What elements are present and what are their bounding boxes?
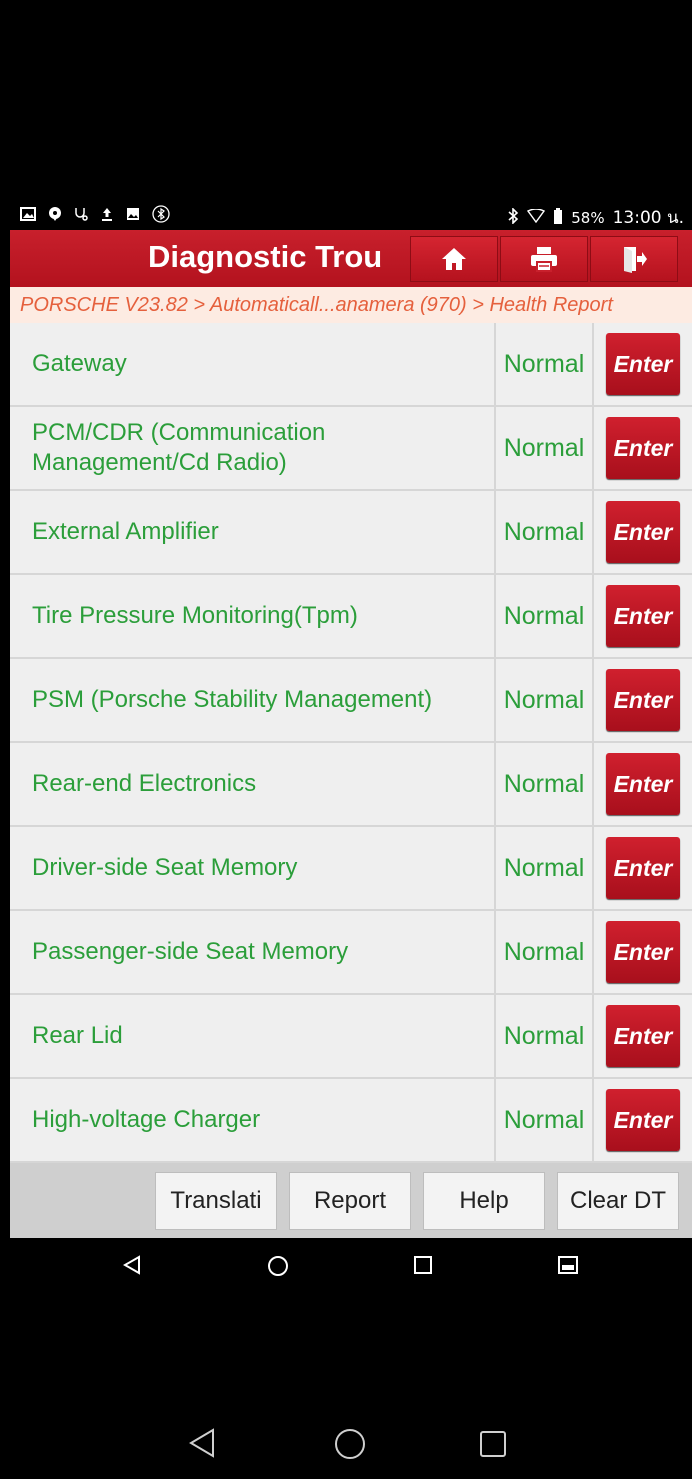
back-icon[interactable] (188, 1428, 216, 1458)
chat-notification-icon (48, 207, 62, 225)
system-name: Driver-side Seat Memory (10, 827, 494, 909)
back-icon[interactable] (122, 1255, 142, 1275)
system-name: External Amplifier (10, 491, 494, 573)
help-button[interactable]: Help (423, 1172, 545, 1230)
system-name: Passenger-side Seat Memory (10, 911, 494, 993)
enter-button[interactable]: Enter (606, 669, 680, 731)
enter-cell: Enter (594, 659, 692, 741)
enter-cell: Enter (594, 323, 692, 405)
inner-navigation-bar (10, 1238, 692, 1292)
home-icon (442, 248, 466, 270)
enter-button[interactable]: Enter (606, 417, 680, 479)
system-status: Normal (496, 1079, 592, 1161)
bluetooth-circle-icon (152, 205, 170, 227)
image-icon (126, 207, 140, 225)
system-name: Rear-end Electronics (10, 743, 494, 825)
wifi-icon (527, 208, 546, 227)
enter-cell: Enter (594, 911, 692, 993)
enter-button[interactable]: Enter (606, 753, 680, 815)
enter-button[interactable]: Enter (606, 921, 680, 983)
table-row: High-voltage Charger Normal Enter (10, 1079, 692, 1161)
table-row: Driver-side Seat Memory Normal Enter (10, 827, 692, 909)
app-header: Diagnostic Trou (10, 230, 692, 287)
enter-button[interactable]: Enter (606, 1089, 680, 1151)
table-row: PCM/CDR (Communication Management/Cd Rad… (10, 407, 692, 489)
gallery-notification-icon (20, 207, 36, 225)
system-name: Tire Pressure Monitoring(Tpm) (10, 575, 494, 657)
bottom-toolbar: Translati Report Help Clear DT (10, 1163, 692, 1238)
exit-button[interactable] (590, 236, 678, 282)
translate-button[interactable]: Translati (155, 1172, 277, 1230)
table-row: Passenger-side Seat Memory Normal Enter (10, 911, 692, 993)
enter-cell: Enter (594, 827, 692, 909)
enter-button[interactable]: Enter (606, 501, 680, 563)
printer-icon (531, 247, 557, 272)
table-row: Tire Pressure Monitoring(Tpm) Normal Ent… (10, 575, 692, 657)
home-nav-icon[interactable] (334, 1428, 366, 1460)
recents-icon[interactable] (480, 1431, 506, 1457)
status-bar: 58% 13:00 น. (10, 200, 692, 230)
system-name: PSM (Porsche Stability Management) (10, 659, 494, 741)
system-status: Normal (496, 995, 592, 1077)
table-row: PSM (Porsche Stability Management) Norma… (10, 659, 692, 741)
page-title: Diagnostic Trou (148, 239, 383, 274)
device-navigation-bar (10, 1400, 692, 1479)
breadcrumb: PORSCHE V23.82 > Automaticall...anamera … (10, 287, 692, 323)
system-status: Normal (496, 323, 592, 405)
system-name: PCM/CDR (Communication Management/Cd Rad… (10, 407, 494, 489)
enter-button[interactable]: Enter (606, 1005, 680, 1067)
print-button[interactable] (500, 236, 588, 282)
system-status: Normal (496, 911, 592, 993)
system-name: Gateway (10, 323, 494, 405)
bluetooth-icon (507, 206, 519, 228)
home-button[interactable] (410, 236, 498, 282)
upload-icon (100, 207, 114, 225)
clear-dtc-button[interactable]: Clear DT (557, 1172, 679, 1230)
notification-icons (20, 205, 170, 227)
stethoscope-icon (74, 207, 88, 225)
enter-cell: Enter (594, 575, 692, 657)
battery-icon (553, 207, 563, 228)
enter-button[interactable]: Enter (606, 837, 680, 899)
table-row: Gateway Normal Enter (10, 323, 692, 405)
enter-cell: Enter (594, 407, 692, 489)
system-list: Gateway Normal Enter PCM/CDR (Communicat… (10, 323, 692, 1163)
home-nav-icon[interactable] (267, 1255, 289, 1277)
table-row: Rear Lid Normal Enter (10, 995, 692, 1077)
enter-cell: Enter (594, 1079, 692, 1161)
system-status: Normal (496, 575, 592, 657)
system-status: Normal (496, 407, 592, 489)
system-name: High-voltage Charger (10, 1079, 494, 1161)
clock: 13:00 น. (612, 208, 684, 228)
table-row: External Amplifier Normal Enter (10, 491, 692, 573)
system-status: Normal (496, 743, 592, 825)
enter-button[interactable]: Enter (606, 585, 680, 647)
exit-icon (624, 247, 647, 273)
enter-button[interactable]: Enter (606, 333, 680, 395)
system-name: Rear Lid (10, 995, 494, 1077)
report-button[interactable]: Report (289, 1172, 411, 1230)
system-indicators: 58% 13:00 น. (507, 204, 684, 231)
enter-cell: Enter (594, 995, 692, 1077)
enter-cell: Enter (594, 491, 692, 573)
system-status: Normal (496, 827, 592, 909)
system-status: Normal (496, 659, 592, 741)
battery-percent: 58% (571, 208, 605, 227)
system-status: Normal (496, 491, 592, 573)
table-row: Rear-end Electronics Normal Enter (10, 743, 692, 825)
screenshot-icon[interactable] (558, 1256, 578, 1274)
enter-cell: Enter (594, 743, 692, 825)
recents-icon[interactable] (414, 1256, 432, 1274)
